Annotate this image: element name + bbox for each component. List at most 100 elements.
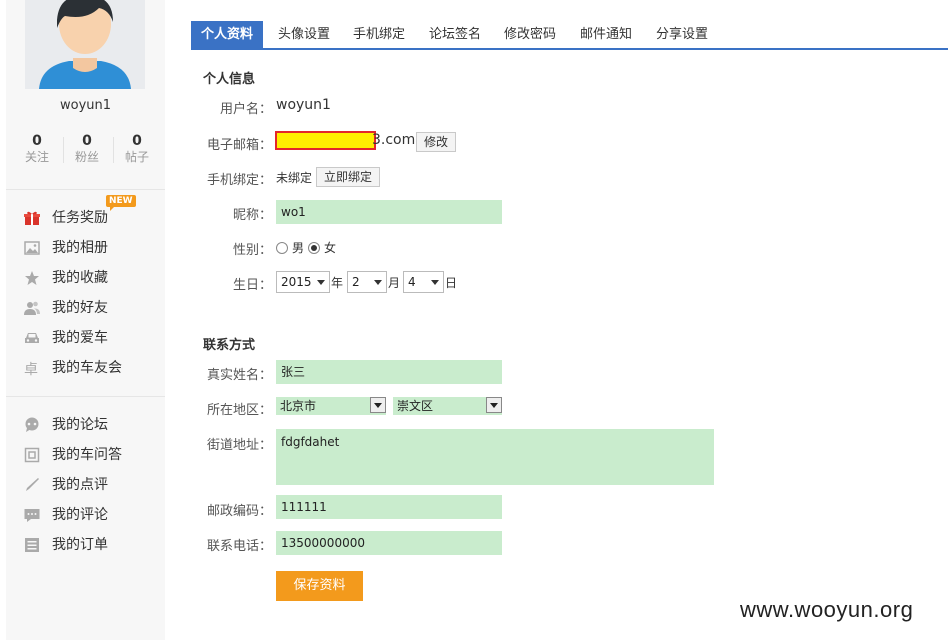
sidebar-item-car-qa[interactable]: 我的车问答 (6, 443, 165, 467)
birth-year-select[interactable]: 2015 (276, 271, 330, 293)
tab-avatar[interactable]: 头像设置 (268, 21, 340, 48)
region-label: 所在地区： (206, 403, 272, 418)
username[interactable]: woyun1 (6, 98, 165, 113)
sidebar-item-label: 我的车友会 (52, 360, 122, 376)
save-profile-button[interactable]: 保存资料 (276, 571, 363, 601)
user-stats: 0 关注 0 粉丝 0 帖子 (6, 133, 165, 167)
sidebar-item-forum[interactable]: 我的论坛 (6, 413, 165, 437)
sidebar-item-reviews[interactable]: 我的点评 (6, 473, 165, 497)
sidebar-item-label: 我的评论 (52, 507, 108, 523)
sidebar-item-task-rewards[interactable]: 任务奖励 (6, 206, 165, 230)
birthday-label: 生日： (232, 278, 272, 293)
gender-female-radio[interactable] (308, 242, 320, 254)
chevron-down-icon (370, 397, 386, 413)
phone-binding-status: 未绑定 (276, 171, 313, 185)
photo-icon (24, 241, 40, 255)
club-icon: 卓 (24, 362, 38, 376)
birth-year-value: 2015 (281, 275, 312, 289)
qa-icon (24, 447, 40, 463)
nickname-input[interactable]: wo1 (276, 200, 502, 224)
birth-month-unit: 月 (388, 276, 401, 290)
sidebar-item-album[interactable]: 我的相册 (6, 236, 165, 260)
stat-posts[interactable]: 0 帖子 (112, 133, 162, 165)
gender-male-label: 男 (292, 241, 305, 255)
sidebar-divider (6, 189, 165, 190)
sidebar-item-orders[interactable]: 我的订单 (6, 533, 165, 557)
contact-phone-label: 联系电话： (206, 539, 272, 554)
email-label: 电子邮箱： (206, 138, 272, 153)
street-label: 街道地址： (206, 438, 272, 453)
stat-fans[interactable]: 0 粉丝 (62, 133, 112, 165)
sidebar-item-car-club[interactable]: 卓 我的车友会 (6, 356, 165, 380)
sidebar-item-friends[interactable]: 我的好友 (6, 296, 165, 320)
nickname-label: 昵称： (232, 208, 272, 223)
friends-icon (24, 301, 40, 315)
birth-day-select[interactable]: 4 (403, 271, 444, 293)
sidebar-item-label: 我的车问答 (52, 447, 122, 463)
district-value: 崇文区 (397, 399, 434, 413)
email-suffix: 3.com (372, 132, 416, 148)
tab-email-notification[interactable]: 邮件通知 (570, 21, 642, 48)
email-edit-button[interactable]: 修改 (416, 132, 457, 152)
stat-posts-label: 帖子 (124, 150, 149, 164)
sidebar-item-label: 我的论坛 (52, 417, 108, 433)
tab-forum-signature[interactable]: 论坛签名 (419, 21, 491, 48)
birth-month-select[interactable]: 2 (347, 271, 387, 293)
sidebar-item-comments[interactable]: 我的评论 (6, 503, 165, 527)
avatar[interactable] (25, 0, 145, 89)
car-icon (25, 333, 39, 343)
sidebar-item-favorites[interactable]: 我的收藏 (6, 266, 165, 290)
sidebar-item-label: 我的收藏 (52, 270, 108, 286)
birth-day-unit: 日 (445, 276, 458, 290)
birth-month-value: 2 (352, 275, 360, 289)
tab-change-password[interactable]: 修改密码 (494, 21, 566, 48)
street-textarea[interactable]: fdgfdahet (276, 429, 714, 485)
tab-share-settings[interactable]: 分享设置 (646, 21, 718, 48)
new-badge: NEW (106, 195, 136, 211)
personal-info-title: 个人信息 (203, 72, 256, 87)
chevron-down-icon (317, 280, 325, 285)
contact-info-title: 联系方式 (203, 338, 256, 353)
tab-profile[interactable]: 个人资料 (191, 21, 264, 48)
sidebar-item-label: 我的好友 (52, 300, 108, 316)
birth-day-value: 4 (408, 275, 416, 289)
sidebar-item-label: 我的订单 (52, 537, 108, 553)
sidebar-item-my-car[interactable]: 我的爱车 (6, 326, 165, 350)
chevron-down-icon (431, 280, 439, 285)
postcode-label: 邮政编码： (206, 504, 272, 519)
stat-posts-count: 0 (132, 133, 142, 149)
contact-phone-input[interactable]: 13500000000 (276, 531, 502, 555)
gender-male-radio[interactable] (276, 242, 288, 254)
gift-icon (24, 211, 40, 225)
gender-female-label: 女 (324, 241, 337, 255)
stat-fans-count: 0 (82, 133, 92, 149)
phone-binding-label: 手机绑定： (206, 173, 272, 188)
order-icon (25, 538, 39, 552)
pen-icon (26, 478, 39, 491)
tab-phone-binding[interactable]: 手机绑定 (343, 21, 415, 48)
settings-tabs: 个人资料 头像设置 手机绑定 论坛签名 修改密码 邮件通知 分享设置 (191, 21, 948, 50)
stat-following[interactable]: 0 关注 (12, 133, 62, 165)
stat-fans-label: 粉丝 (74, 150, 99, 164)
stat-following-label: 关注 (24, 150, 49, 164)
gender-radio-group: 男 女 (276, 239, 356, 255)
city-select[interactable]: 北京市 (276, 397, 386, 415)
avatar-image (25, 0, 145, 89)
bind-phone-button[interactable]: 立即绑定 (316, 167, 381, 187)
username-label: 用户名： (219, 102, 272, 117)
sidebar-item-label: 我的点评 (52, 477, 108, 493)
gender-label: 性别： (232, 243, 272, 258)
sidebar-divider (6, 396, 165, 397)
city-value: 北京市 (280, 399, 317, 413)
email-redaction (275, 131, 376, 150)
svg-text:卓: 卓 (24, 362, 38, 376)
postcode-input[interactable]: 111111 (276, 495, 502, 519)
sidebar-item-label: 我的爱车 (52, 330, 108, 346)
watermark: www.wooyun.org (740, 597, 914, 622)
sidebar: woyun1 0 关注 0 粉丝 0 帖子 任务奖励 我的相册 我的收藏 我的好… (6, 0, 165, 640)
comment-icon (24, 509, 40, 522)
realname-input[interactable]: 张三 (276, 360, 502, 384)
forum-icon (25, 417, 39, 432)
district-select[interactable]: 崇文区 (393, 397, 502, 415)
stat-following-count: 0 (32, 133, 42, 149)
